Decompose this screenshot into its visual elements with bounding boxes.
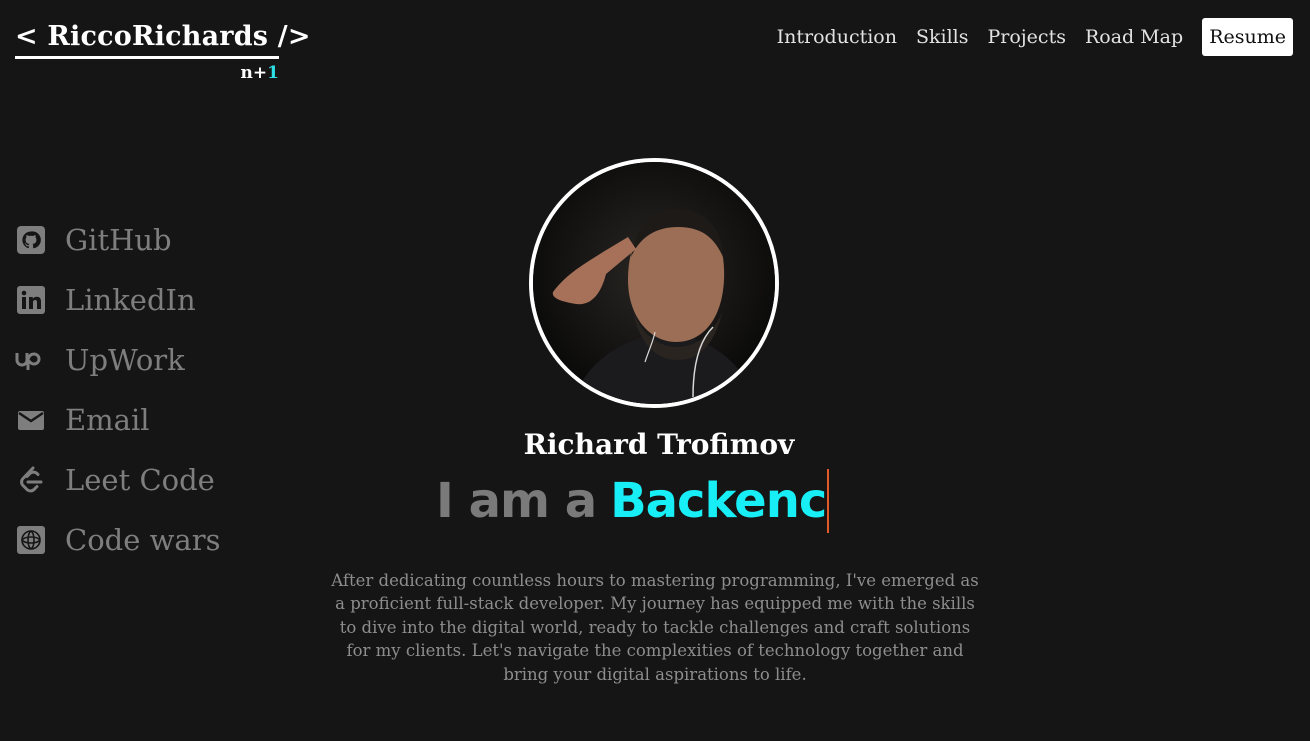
upwork-icon [15,344,47,376]
logo-title: < RiccoRichards /> [15,18,310,59]
logo-subtitle: n+1 [15,63,279,83]
profile-photo [533,162,775,404]
resume-button[interactable]: Resume [1202,18,1293,56]
avatar [529,158,779,408]
top-nav: Introduction Skills Projects Road Map Re… [777,18,1293,56]
codewars-icon [15,524,47,556]
hero-name-wrap: Richard Trofimov [0,428,1310,461]
leetcode-icon [15,464,47,496]
social-codewars[interactable]: Code wars [15,510,220,570]
site-logo[interactable]: < RiccoRichards /> n+1 [15,18,310,83]
hero-tagline: I am a Backenc [436,469,830,533]
tagline-prefix: I am a [436,473,597,529]
social-label-upwork: UpWork [65,343,185,377]
hero-name: Richard Trofimov [523,428,795,461]
tagline-typed-text: Backenc [610,473,827,529]
github-icon [15,224,47,256]
social-label-leetcode: Leet Code [65,463,215,497]
social-label-linkedin: LinkedIn [65,283,196,317]
nav-skills[interactable]: Skills [916,18,969,56]
nav-introduction[interactable]: Introduction [777,18,897,56]
social-github[interactable]: GitHub [15,210,220,270]
social-upwork[interactable]: UpWork [15,330,220,390]
social-label-github: GitHub [65,223,172,257]
hero-bio: After dedicating countless hours to mast… [331,570,979,684]
logo-sub-accent: 1 [267,63,279,83]
social-linkedin[interactable]: LinkedIn [15,270,220,330]
typing-cursor [827,469,830,533]
logo-sub-prefix: n+ [240,63,268,83]
nav-road-map[interactable]: Road Map [1085,18,1183,56]
linkedin-icon [15,284,47,316]
social-label-codewars: Code wars [65,523,221,557]
social-links: GitHub LinkedIn UpWork Email Leet Code C… [15,210,220,570]
nav-projects[interactable]: Projects [987,18,1065,56]
